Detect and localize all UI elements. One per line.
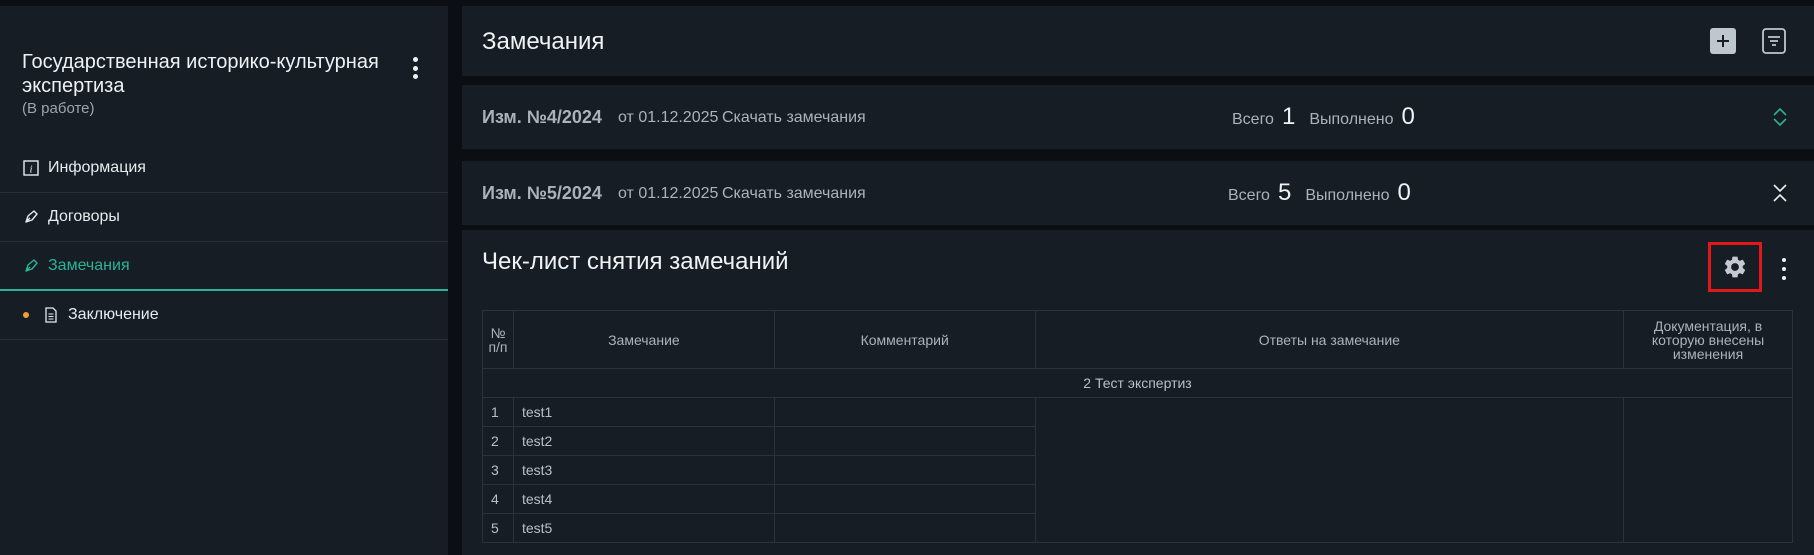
- group-label: 2 Тест экспертиз: [482, 368, 1793, 398]
- cell-number: 4: [482, 484, 514, 514]
- download-remarks-link[interactable]: Скачать замечания: [722, 185, 866, 203]
- project-menu-button[interactable]: [404, 54, 426, 82]
- revision-number: Изм. №5/2024: [482, 183, 602, 203]
- collapse-icon: [1773, 184, 1787, 202]
- add-button[interactable]: [1710, 28, 1736, 54]
- cell-comment: [773, 513, 1036, 543]
- total-label: Всего: [1232, 111, 1274, 128]
- cell-number: 5: [482, 513, 514, 543]
- settings-button[interactable]: [1708, 242, 1762, 292]
- project-status: (В работе): [22, 100, 95, 117]
- total-count: 5: [1277, 179, 1292, 206]
- revision-date: от 01.12.2025: [618, 109, 719, 126]
- sidebar-item-contracts[interactable]: Договоры: [0, 193, 448, 242]
- download-remarks-link[interactable]: Скачать замечания: [722, 109, 866, 127]
- collapse-toggle[interactable]: [1768, 181, 1792, 205]
- sidebar-item-label: Заключение: [68, 306, 159, 323]
- revision-date: от 01.12.2025: [618, 185, 719, 202]
- page-title: Замечания: [482, 28, 605, 55]
- expand-icon: [1773, 107, 1787, 127]
- sidebar-item-label: Договоры: [48, 208, 120, 225]
- cell-comment: [773, 426, 1036, 456]
- checklist-title: Чек-лист снятия замечаний: [482, 248, 789, 275]
- plus-icon: [1717, 35, 1729, 47]
- page-header: Замечания: [462, 6, 1814, 76]
- cell-number: 3: [482, 455, 514, 485]
- cell-comment: [773, 484, 1036, 514]
- sidebar-item-remarks[interactable]: Замечания: [0, 242, 448, 291]
- revision-number: Изм. №4/2024: [482, 107, 602, 127]
- document-icon: [42, 306, 60, 324]
- sidebar: Государственная историко-культурная эксп…: [0, 6, 448, 555]
- cell-remark: test1: [512, 397, 775, 427]
- col-header-comment: Комментарий: [773, 310, 1036, 369]
- sidebar-item-info[interactable]: i Информация: [0, 144, 448, 193]
- filter-icon: [1762, 28, 1786, 54]
- checklist-panel: Чек-лист снятия замечаний № п/п Замечани…: [462, 230, 1814, 555]
- done-label: Выполнено: [1309, 111, 1394, 128]
- cell-number: 2: [482, 426, 514, 456]
- expand-toggle[interactable]: [1768, 105, 1792, 129]
- total-count: 1: [1281, 103, 1296, 130]
- cell-remark: test2: [512, 426, 775, 456]
- total-label: Всего: [1228, 187, 1270, 204]
- done-count: 0: [1401, 103, 1415, 130]
- revision-stats: Всего 5 Выполнено 0: [1228, 179, 1417, 207]
- col-header-answers: Ответы на замечание: [1034, 310, 1625, 369]
- table-header-row: № п/п Замечание Комментарий Ответы на за…: [482, 310, 1793, 369]
- sidebar-item-label: Информация: [48, 159, 146, 176]
- pen-icon: [22, 257, 40, 275]
- table-row[interactable]: 1 test1: [482, 397, 1793, 543]
- col-header-documentation: Документация, в которую внесены изменени…: [1623, 310, 1793, 369]
- revision-row[interactable]: Изм. №4/2024 от 01.12.2025 Скачать замеч…: [462, 85, 1814, 149]
- sidebar-nav: i Информация Договоры Замечания Заключен…: [0, 144, 448, 340]
- project-title: Государственная историко-культурная эксп…: [22, 51, 379, 97]
- done-count: 0: [1397, 179, 1411, 206]
- svg-text:i: i: [29, 164, 32, 176]
- cell-documentation: [1623, 397, 1793, 543]
- cell-number: 1: [482, 397, 514, 427]
- filter-button[interactable]: [1760, 26, 1788, 56]
- pen-icon: [22, 208, 40, 226]
- info-icon: i: [22, 159, 40, 177]
- cell-comment: [773, 455, 1036, 485]
- done-label: Выполнено: [1305, 187, 1390, 204]
- checklist-menu-button[interactable]: [1778, 258, 1790, 280]
- cell-comment: [773, 397, 1036, 427]
- revision-stats: Всего 1 Выполнено 0: [1232, 103, 1421, 131]
- revision-row[interactable]: Изм. №5/2024 от 01.12.2025 Скачать замеч…: [462, 161, 1814, 225]
- remarks-table: № п/п Замечание Комментарий Ответы на за…: [482, 310, 1793, 543]
- cell-remark: test3: [512, 455, 775, 485]
- group-row: 2 Тест экспертиз: [482, 368, 1793, 398]
- cell-answers: [1034, 397, 1625, 543]
- sidebar-item-conclusion[interactable]: Заключение: [0, 291, 448, 340]
- col-header-number: № п/п: [482, 310, 514, 369]
- cell-remark: test5: [512, 513, 775, 543]
- status-dot: [23, 312, 29, 318]
- project-header: Государственная историко-культурная эксп…: [22, 50, 402, 117]
- sidebar-item-label: Замечания: [48, 256, 130, 274]
- cell-remark: test4: [512, 484, 775, 514]
- col-header-remark: Замечание: [512, 310, 775, 369]
- gear-icon: [1724, 256, 1746, 278]
